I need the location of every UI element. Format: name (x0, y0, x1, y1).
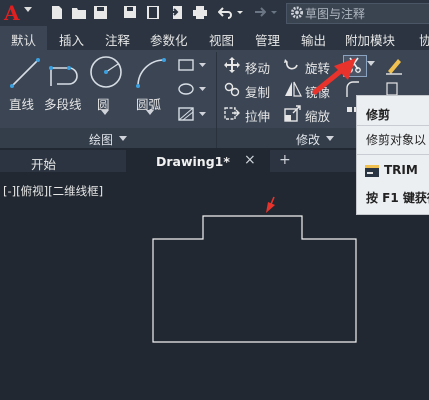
modify-panel-title[interactable]: 修改 (296, 131, 320, 148)
circle-dropdown-icon[interactable] (101, 110, 109, 116)
tab-view[interactable]: 视图 (209, 30, 234, 49)
tab-addins[interactable]: 附加模块 (345, 30, 395, 49)
move-icon[interactable] (224, 57, 240, 73)
arc-dropdown-icon[interactable] (146, 110, 154, 116)
drawn-shape-outline (152, 215, 357, 343)
move-button-label[interactable]: 移动 (245, 58, 270, 77)
rotate-icon[interactable] (284, 57, 300, 73)
red-arrow-annotation (266, 196, 275, 213)
save-as-icon[interactable] (124, 6, 138, 19)
app-logo[interactable]: A (4, 1, 20, 25)
tooltip-title: 修剪 (366, 108, 391, 122)
import-icon[interactable] (170, 6, 184, 19)
polyline-button-label[interactable]: 多段线 (44, 94, 82, 113)
save-icon[interactable] (94, 6, 108, 19)
print-icon[interactable] (193, 6, 207, 19)
new-file-icon[interactable] (50, 6, 64, 19)
undo-icon[interactable] (218, 6, 232, 19)
hatch-icon[interactable] (178, 106, 208, 122)
trim-tooltip: 修剪 修剪对象以 TRIM 按 F1 键获得 (356, 95, 429, 215)
redo-icon[interactable] (252, 6, 266, 19)
scale-button-label[interactable]: 缩放 (305, 106, 330, 125)
stretch-button-label[interactable]: 拉伸 (245, 106, 270, 125)
workspace-label[interactable]: 草图与注释 (305, 5, 365, 22)
command-line-icon (365, 165, 379, 177)
tab-collaborate[interactable]: 协 (419, 30, 429, 49)
gear-icon[interactable] (290, 6, 304, 19)
tooltip-command: TRIM (384, 163, 418, 177)
circle-icon[interactable] (88, 54, 124, 90)
erase-icon[interactable] (384, 55, 404, 75)
tab-parametric[interactable]: 参数化 (150, 30, 188, 49)
red-arrow-pointer (312, 58, 356, 95)
copy-button-label[interactable]: 复制 (245, 82, 270, 101)
tab-close-icon[interactable]: × (244, 152, 256, 168)
line-icon[interactable] (8, 56, 42, 90)
scale-icon[interactable] (284, 104, 302, 122)
app-menu-arrow-icon[interactable] (24, 7, 32, 12)
new-tab-button[interactable]: + (279, 152, 291, 168)
quick-access-toolbar: A 草图与注释 (0, 0, 429, 26)
tab-annotate[interactable]: 注释 (105, 30, 130, 49)
tooltip-description: 修剪对象以 (366, 133, 427, 147)
modify-panel-title-bar[interactable] (217, 128, 356, 148)
tooltip-divider (357, 154, 429, 155)
trim-dropdown-icon[interactable] (367, 61, 375, 67)
line-button-label[interactable]: 直线 (9, 94, 34, 113)
tooltip-divider (357, 125, 429, 126)
tab-drawing1-label[interactable]: Drawing1* (156, 154, 230, 169)
tab-default[interactable]: 默认 (11, 30, 36, 49)
stretch-icon[interactable] (224, 105, 240, 121)
redo-dropdown-icon[interactable] (270, 6, 278, 19)
undo-dropdown-icon[interactable] (236, 6, 244, 19)
tab-manage[interactable]: 管理 (255, 30, 280, 49)
tab-insert[interactable]: 插入 (59, 30, 84, 49)
rectangle-icon[interactable] (178, 58, 208, 72)
draw-panel-title[interactable]: 绘图 (89, 131, 113, 148)
web-save-icon[interactable] (147, 6, 161, 19)
tooltip-help: 按 F1 键获得 (366, 191, 429, 205)
mirror-icon[interactable] (284, 80, 302, 98)
polyline-icon[interactable] (47, 56, 85, 90)
copy-icon[interactable] (224, 81, 240, 97)
tab-output[interactable]: 输出 (301, 30, 326, 49)
draw-panel-expand-icon[interactable] (119, 136, 127, 142)
open-folder-icon[interactable] (72, 6, 86, 19)
arc-icon[interactable] (134, 54, 168, 90)
tab-start[interactable]: 开始 (31, 154, 56, 173)
ellipse-icon[interactable] (178, 82, 208, 96)
modify-panel-expand-icon[interactable] (326, 136, 334, 142)
